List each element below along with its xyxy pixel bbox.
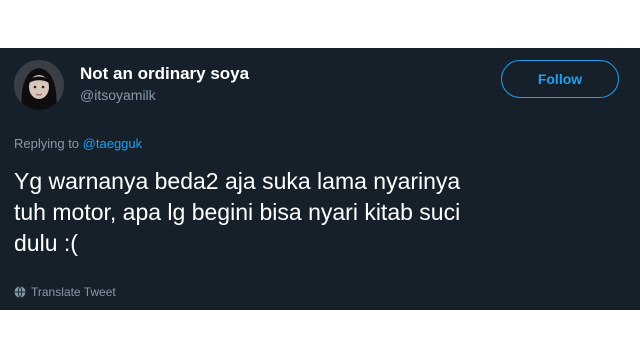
translate-tweet-link[interactable]: Translate Tweet [14, 285, 116, 299]
replying-handle-link[interactable]: @taegguk [83, 136, 142, 151]
author-handle[interactable]: @itsoyamilk [80, 87, 156, 103]
follow-button[interactable]: Follow [501, 60, 619, 98]
translate-label: Translate Tweet [31, 285, 116, 299]
avatar-photo-icon [14, 60, 64, 110]
author-name[interactable]: Not an ordinary soya [80, 64, 249, 84]
replying-prefix: Replying to [14, 136, 80, 151]
tweet-card: Not an ordinary soya @itsoyamilk Follow … [0, 48, 640, 310]
avatar[interactable] [14, 60, 64, 110]
globe-icon [14, 286, 26, 298]
replying-to: Replying to @taegguk [14, 136, 142, 151]
tweet-text: Yg warnanya beda2 aja suka lama nyarinya… [14, 168, 461, 256]
